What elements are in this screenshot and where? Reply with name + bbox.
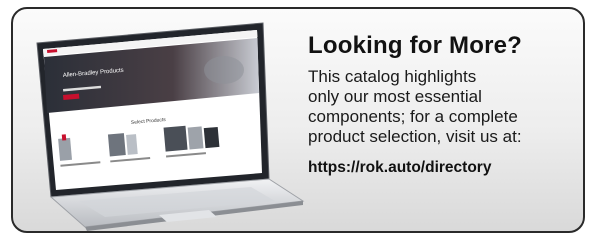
promo-card: Allen-Bradley Products Select Products L… bbox=[11, 7, 585, 233]
laptop-illustration: Allen-Bradley Products Select Products bbox=[36, 22, 305, 231]
promo-body: This catalog highlights only our most es… bbox=[308, 67, 522, 146]
promo-heading: Looking for More? bbox=[308, 32, 523, 59]
directory-link[interactable]: https://rok.auto/directory bbox=[308, 159, 491, 177]
promo-text: Looking for More? This catalog highlight… bbox=[308, 31, 583, 177]
